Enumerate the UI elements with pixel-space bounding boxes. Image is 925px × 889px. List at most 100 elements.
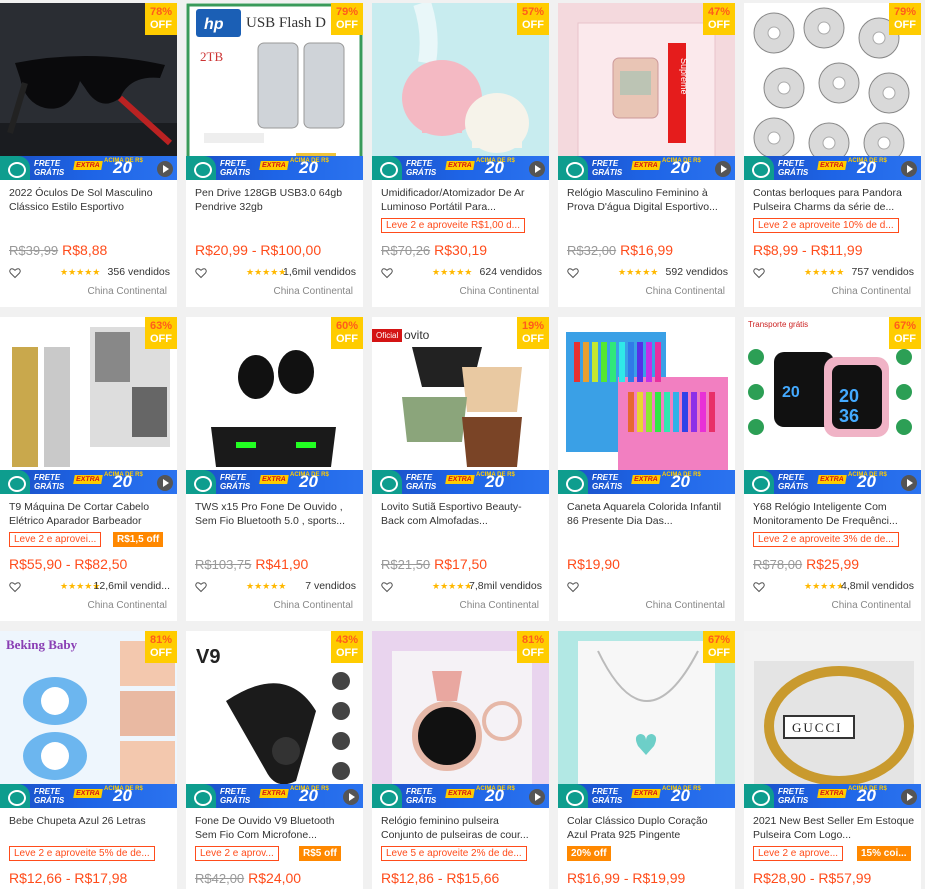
heart-icon[interactable] [195,581,207,593]
product-card[interactable]: Supreme 47% OFF FRETE GRÁTIS EXTRA ACIMA DE… [558,3,735,307]
product-card[interactable]: 79% OFF FRETE GRÁTIS EXTRA ACIMA DE R$ 20 … [744,3,921,307]
origin-label: China Continental [273,286,354,297]
current-price: R$16,99 [567,870,620,886]
free-shipping-banner: FRETE GRÁTIS EXTRA ACIMA DE R$ 20 [372,784,549,808]
heart-icon[interactable] [9,267,21,279]
product-card[interactable]: ovito 19% OFF Oficial FRETE GRÁTIS EXTRA ACI… [372,317,549,621]
product-title[interactable]: Bebe Chupeta Azul 26 Letras [9,814,171,842]
product-image-necklace[interactable]: 67% OFF FRETE GRÁTIS EXTRA ACIMA DE R$ 20 [558,631,735,808]
product-card[interactable]: 63% OFF FRETE GRÁTIS EXTRA ACIMA DE R$ 20 … [0,317,177,621]
product-title[interactable]: T9 Máquina De Cortar Cabelo Elétrico Apa… [9,500,171,528]
product-image-sports-bras[interactable]: ovito 19% OFF Oficial FRETE GRÁTIS EXTRA ACI… [372,317,549,494]
product-title[interactable]: 2021 New Best Seller Em Estoque Pulseira… [753,814,915,842]
product-card[interactable]: Transporte grátis 20 20 36 67% OFF FRETE GRÁTI… [744,317,921,621]
frete-gratis-label: FRETE GRÁTIS [406,159,437,177]
play-video-icon[interactable] [157,475,173,491]
price-row: R$42,00 R$24,00 [195,870,301,888]
play-video-icon[interactable] [529,789,545,805]
shipping-logo-icon [558,784,588,808]
official-store-badge: Oficial [372,329,403,342]
heart-icon[interactable] [381,581,393,593]
product-image-hair-clipper[interactable]: 63% OFF FRETE GRÁTIS EXTRA ACIMA DE R$ 20 [0,317,177,494]
origin-label: China Continental [459,600,540,611]
play-video-icon[interactable] [901,789,917,805]
extra-label: EXTRA [817,789,847,798]
sold-count: 1,6mil vendidos [283,266,356,278]
heart-icon[interactable] [567,581,579,593]
product-image-bracelet[interactable]: GUCCI FRETE GRÁTIS EXTRA ACIMA DE R$ 20 [744,631,921,808]
play-video-icon[interactable] [343,789,359,805]
price-row: R$20,99 - R$100,00 [195,242,321,260]
product-title[interactable]: TWS x15 Pro Fone De Ouvido , Sem Fio Blu… [195,500,357,528]
play-video-icon[interactable] [901,161,917,177]
old-price: R$39,99 [9,243,59,258]
max-price: R$100,00 [260,242,322,258]
play-video-icon[interactable] [529,161,545,177]
product-title[interactable]: Contas berloques para Pandora Pulseira C… [753,186,915,214]
product-title[interactable]: 2022 Óculos De Sol Masculino Clássico Es… [9,186,171,214]
rating-stars: ★★★★★ [432,267,473,277]
heart-icon[interactable] [9,581,21,593]
product-image-usb-flash-drive[interactable]: hp USB Flash D 2TB 79% OFF FRETE GRÁTIS EXTRA… [186,3,363,180]
product-card[interactable]: 81% OFF FRETE GRÁTIS EXTRA ACIMA DE R$ 20 … [372,631,549,889]
heart-icon[interactable] [381,267,393,279]
product-title[interactable]: Relógio feminino pulseira Conjunto de pu… [381,814,543,842]
origin-label: China Continental [87,600,168,611]
play-video-icon[interactable] [157,161,173,177]
product-title[interactable]: Umidificador/Atomizador De Ar Luminoso P… [381,186,543,214]
product-card[interactable]: 60% OFF FRETE GRÁTIS EXTRA ACIMA DE R$ 20 … [186,317,363,621]
discount-badge: 63% OFF [145,317,177,349]
product-title[interactable]: Y68 Relógio Inteligente Com Monitorament… [753,500,915,528]
product-image-womens-watch[interactable]: 81% OFF FRETE GRÁTIS EXTRA ACIMA DE R$ 20 [372,631,549,808]
product-card[interactable]: V9 43% OFF FRETE GRÁTIS EXTRA ACIMA DE R$ 2… [186,631,363,889]
free-shipping-banner: FRETE GRÁTIS EXTRA ACIMA DE R$ 20 [372,470,549,494]
heart-icon[interactable] [567,267,579,279]
heart-icon[interactable] [195,267,207,279]
product-title[interactable]: Caneta Aquarela Colorida Infantil 86 Pre… [567,500,729,528]
product-title[interactable]: Fone De Ouvido V9 Bluetooth Sem Fio Com … [195,814,357,842]
product-title[interactable]: Colar Clássico Duplo Coração Azul Prata … [567,814,729,842]
product-card[interactable]: 67% OFF FRETE GRÁTIS EXTRA ACIMA DE R$ 20 … [558,631,735,889]
product-image-digital-watch[interactable]: Supreme 47% OFF FRETE GRÁTIS EXTRA ACIMA DE… [558,3,735,180]
product-title[interactable]: Relógio Masculino Feminino à Prova D'águ… [567,186,729,214]
product-card[interactable]: Beking Baby 81% OFF FRETE GRÁTIS EXTRA ACIM… [0,631,177,889]
current-price: R$19,90 [567,556,620,572]
price-separator: - [805,870,819,886]
product-image-pacifier[interactable]: Beking Baby 81% OFF FRETE GRÁTIS EXTRA ACIM… [0,631,177,808]
svg-text:Supreme: Supreme [679,58,689,95]
product-card[interactable]: hp USB Flash D 2TB 79% OFF FRETE GRÁTIS EXTRA… [186,3,363,307]
product-card[interactable]: FRETE GRÁTIS EXTRA ACIMA DE R$ 20 Caneta … [558,317,735,621]
product-image-smartwatch[interactable]: Transporte grátis 20 20 36 67% OFF FRETE GRÁTI… [744,317,921,494]
free-shipping-banner: FRETE GRÁTIS EXTRA ACIMA DE R$ 20 [372,156,549,180]
product-card[interactable]: 57% OFF FRETE GRÁTIS EXTRA ACIMA DE R$ 20 … [372,3,549,307]
frete-gratis-label: FRETE GRÁTIS [34,787,65,805]
sold-count: 7 vendidos [305,580,356,592]
product-image-humidifier[interactable]: 57% OFF FRETE GRÁTIS EXTRA ACIMA DE R$ 20 [372,3,549,180]
product-card[interactable]: GUCCI FRETE GRÁTIS EXTRA ACIMA DE R$ 20 2… [744,631,921,889]
product-title[interactable]: Lovito Sutiã Esportivo Beauty-Back com A… [381,500,543,528]
shipping-logo-icon [744,784,774,808]
extra-label: EXTRA [631,789,661,798]
extra-label: EXTRA [631,161,661,170]
product-image-charms[interactable]: 79% OFF FRETE GRÁTIS EXTRA ACIMA DE R$ 20 [744,3,921,180]
threshold-value: 20 [857,158,876,177]
rating-stars: ★★★★★ [618,267,659,277]
play-video-icon[interactable] [715,161,731,177]
extra-label: EXTRA [73,789,103,798]
product-image-bluetooth-headset[interactable]: V9 43% OFF FRETE GRÁTIS EXTRA ACIMA DE R$ 2… [186,631,363,808]
promo-tag: Leve 2 e aprove... [753,846,844,861]
product-image-art-set[interactable]: FRETE GRÁTIS EXTRA ACIMA DE R$ 20 [558,317,735,494]
price-row: R$55,90 - R$82,50 [9,556,127,574]
product-title[interactable]: Pen Drive 128GB USB3.0 64gb Pendrive 32g… [195,186,357,214]
promo-tag: Leve 2 e aproveite 5% de de... [9,846,155,861]
discount-badge: 78% OFF [145,3,177,35]
free-shipping-banner: FRETE GRÁTIS EXTRA ACIMA DE R$ 20 [558,156,735,180]
play-video-icon[interactable] [901,475,917,491]
product-image-sunglasses[interactable]: 78% OFF FRETE GRÁTIS EXTRA ACIMA DE R$ 20 [0,3,177,180]
product-card[interactable]: 78% OFF FRETE GRÁTIS EXTRA ACIMA DE R$ 20 … [0,3,177,307]
product-image-earbuds[interactable]: 60% OFF FRETE GRÁTIS EXTRA ACIMA DE R$ 20 [186,317,363,494]
old-price: R$42,00 [195,871,245,886]
heart-icon[interactable] [753,581,765,593]
heart-icon[interactable] [753,267,765,279]
promo-tag: Leve 2 e aproveite R$1,00 d... [381,218,525,233]
